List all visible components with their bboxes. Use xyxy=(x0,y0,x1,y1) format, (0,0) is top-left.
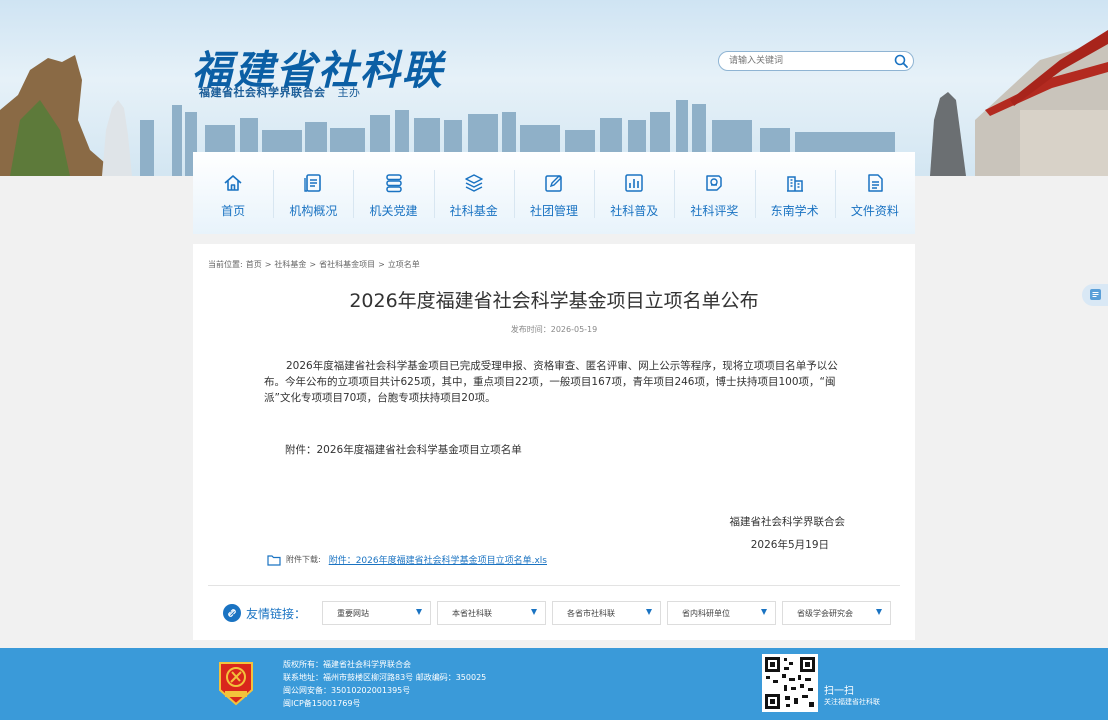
download-link[interactable]: 附件：2026年度福建省社会科学基金项目立项名单.xls xyxy=(329,553,547,566)
select-important-sites[interactable]: 重要网站 xyxy=(322,601,432,625)
select-academic-societies[interactable]: 省级学会研究会 xyxy=(782,601,892,625)
footer: 版权所有：福建省社会科学界联合会 联系地址：福州市鼓楼区柳河路83号 邮政编码：… xyxy=(0,648,1108,720)
qr-code xyxy=(762,654,818,712)
select-city-federations[interactable]: 各省市社科联 xyxy=(552,601,662,625)
attachment-note: 附件：2026年度福建省社会科学基金项目立项名单 xyxy=(285,444,522,456)
article-title: 2026年度福建省社会科学基金项目立项名单公布 xyxy=(349,290,759,312)
edit-icon xyxy=(545,175,562,192)
friend-links: 友情链接： 重要网站 本省社科联 各省市社科联 省内科研单位 省级学会研究会 xyxy=(223,601,892,625)
dropdown-arrow-icon xyxy=(416,609,423,615)
dropdown-arrow-icon xyxy=(531,609,538,615)
layers-icon xyxy=(465,174,483,192)
floating-side-button[interactable] xyxy=(1082,284,1108,306)
home-icon xyxy=(224,175,242,191)
nav-item-popularization[interactable]: 社科普及 xyxy=(594,152,674,234)
main-nav: 首页 机构概况 机关党建 社科基金 社团管理 社科普及 社科评奖 东南学术 文件… xyxy=(193,152,915,234)
footer-security-record: 闽公网安备：35010202001395号 xyxy=(283,686,411,695)
nav-item-label: 机关党建 xyxy=(369,204,418,218)
nav-item-organization[interactable]: 机构概况 xyxy=(273,152,353,234)
breadcrumb-prefix: 当前位置: xyxy=(208,260,243,269)
stack-icon xyxy=(385,174,402,193)
organizer-name: 福建省社会科学界联合会 xyxy=(199,86,326,99)
scan-subtitle: 关注福建省社科联 xyxy=(824,698,880,706)
award-icon xyxy=(706,175,723,191)
nav-item-documents[interactable]: 文件资料 xyxy=(834,152,915,234)
article-panel: 当前位置: 首页 > 社科基金 > 省社科基金项目 > 立项名单 2026年度福建省社会科学基… xyxy=(193,244,915,640)
nav-item-label: 东南学术 xyxy=(770,204,819,218)
site-subtitle: 福建省社会科学界联合会 主办 xyxy=(199,84,361,100)
file-icon xyxy=(868,174,883,192)
select-research-units[interactable]: 省内科研单位 xyxy=(667,601,777,625)
scan-title: 扫一扫 xyxy=(824,686,854,697)
breadcrumb-separator: > xyxy=(309,260,317,269)
breadcrumb-link-home[interactable]: 首页 xyxy=(246,260,262,269)
attachment-download: 附件下载: 附件：2026年度福建省社会科学基金项目立项名单.xls xyxy=(267,553,547,566)
nav-item-label: 社科基金 xyxy=(449,204,498,218)
footer-icp-record[interactable]: 闽ICP备15001769号 xyxy=(283,697,486,710)
breadcrumb: 当前位置: 首页 > 社科基金 > 省社科基金项目 > 立项名单 xyxy=(208,259,423,270)
article-body: 2026年度福建省社会科学基金项目已完成受理申报、资格审查、匿名评审、网上公示等… xyxy=(264,360,838,404)
breadcrumb-link-provincial-fund[interactable]: 省社科基金项目 xyxy=(319,260,375,269)
divider xyxy=(208,585,900,586)
search-icon[interactable] xyxy=(893,53,909,69)
select-value: 本省社科联 xyxy=(452,609,493,618)
footer-info: 版权所有：福建省社会科学界联合会 联系地址：福州市鼓楼区柳河路83号 邮政编码：… xyxy=(283,658,486,710)
folder-icon xyxy=(267,554,281,566)
search-input[interactable] xyxy=(729,54,889,68)
nav-item-awards[interactable]: 社科评奖 xyxy=(674,152,754,234)
link-icon xyxy=(223,604,241,622)
nav-item-label: 文件资料 xyxy=(850,204,899,218)
nav-item-label: 社科评奖 xyxy=(690,204,739,218)
dropdown-arrow-icon xyxy=(646,609,653,615)
nav-item-label: 机构概况 xyxy=(289,204,338,218)
nav-item-fund[interactable]: 社科基金 xyxy=(433,152,514,234)
footer-copyright: 版权所有：福建省社会科学界联合会 xyxy=(283,660,411,669)
chart-icon xyxy=(625,174,643,192)
select-value: 省级学会研究会 xyxy=(797,609,854,618)
footer-address: 联系地址：福州市鼓楼区柳河路83号 邮政编码：350025 xyxy=(283,673,487,682)
breadcrumb-link-fund[interactable]: 社科基金 xyxy=(274,260,306,269)
building-icon xyxy=(786,176,803,192)
select-provincial-federation[interactable]: 本省社科联 xyxy=(437,601,547,625)
friend-links-label: 友情链接： xyxy=(246,606,307,621)
breadcrumb-separator: > xyxy=(378,260,385,269)
signature-date: 2026年5月19日 xyxy=(750,539,829,551)
publish-time: 发布时间：2026-05-19 xyxy=(510,325,598,334)
breadcrumb-link-list[interactable]: 立项名单 xyxy=(388,260,420,269)
nav-item-academic[interactable]: 东南学术 xyxy=(754,152,835,234)
header-banner: 福建省社科联 福建省社会科学界联合会 主办 xyxy=(0,0,1108,176)
list-icon xyxy=(1090,289,1101,300)
document-list-icon xyxy=(304,174,322,192)
breadcrumb-separator: > xyxy=(264,260,272,269)
nav-item-label: 社科普及 xyxy=(610,204,659,218)
nav-item-party[interactable]: 机关党建 xyxy=(353,152,433,234)
nav-item-societies[interactable]: 社团管理 xyxy=(513,152,594,234)
dropdown-arrow-icon xyxy=(876,609,883,615)
select-value: 重要网站 xyxy=(337,609,370,618)
select-value: 各省市社科联 xyxy=(567,609,616,618)
nav-item-label: 首页 xyxy=(221,204,246,218)
search-box xyxy=(718,51,914,71)
banner-scenery xyxy=(0,30,1108,176)
select-value: 省内科研单位 xyxy=(682,609,731,618)
dropdown-arrow-icon xyxy=(761,609,768,615)
signature-organization: 福建省社会科学界联合会 xyxy=(729,516,846,528)
party-emblem-icon xyxy=(219,662,253,706)
nav-item-home[interactable]: 首页 xyxy=(193,152,273,234)
nav-item-label: 社团管理 xyxy=(529,204,578,218)
organizer-suffix: 主办 xyxy=(337,86,361,99)
scan-prompt: 扫一扫 关注福建省社科联 xyxy=(824,682,880,707)
download-label: 附件下载: xyxy=(286,555,321,564)
